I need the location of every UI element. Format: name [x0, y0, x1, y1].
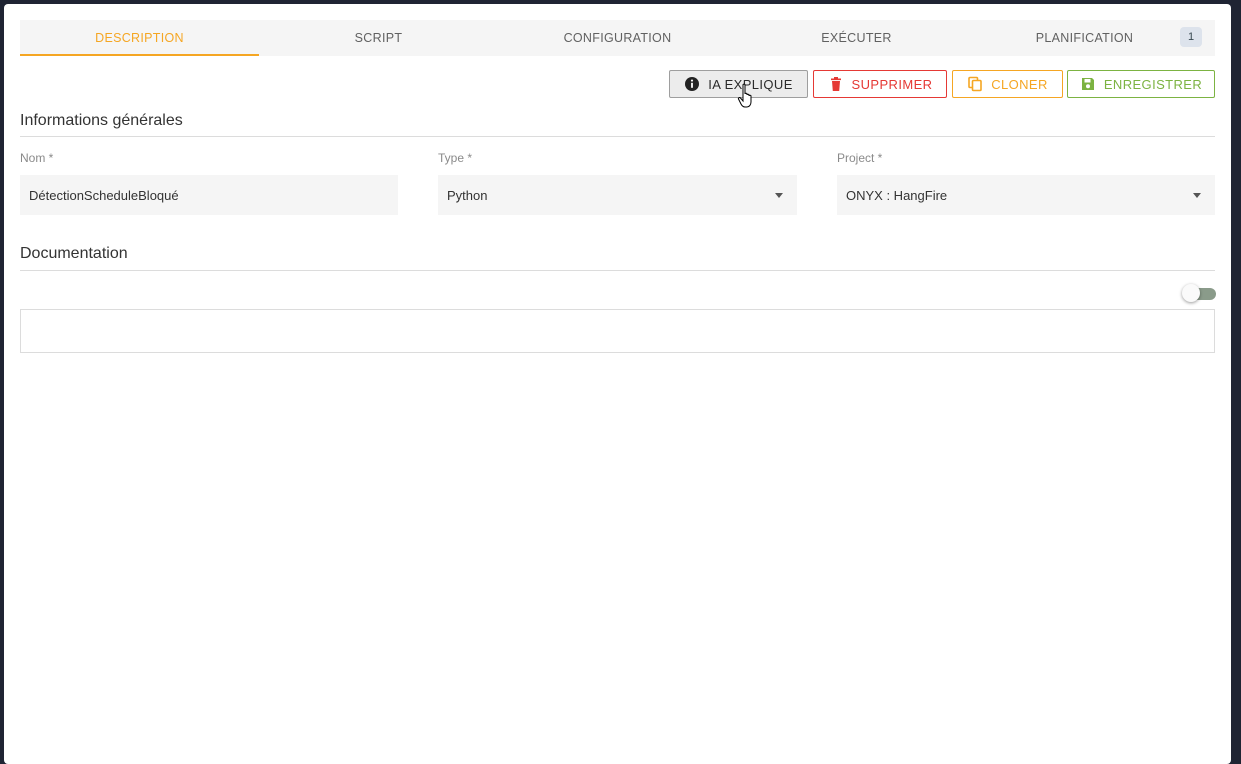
documentation-divider: [20, 270, 1215, 271]
ia-explain-button[interactable]: IA EXPLIQUE: [669, 70, 808, 98]
tab-bar: DESCRIPTION SCRIPT CONFIGURATION EXÉCUTE…: [20, 20, 1215, 56]
name-field: [20, 175, 398, 215]
general-info-heading: Informations générales: [20, 112, 183, 129]
type-field-label: Type *: [438, 151, 473, 165]
dropdown-caret-icon: [775, 193, 783, 198]
project-select-value: ONYX : HangFire: [846, 187, 948, 203]
clone-label: CLONER: [991, 76, 1048, 92]
floppy-disk-icon: [1081, 78, 1094, 90]
planification-count-badge: 1: [1180, 27, 1202, 47]
project-select[interactable]: ONYX : HangFire: [837, 175, 1215, 215]
dropdown-caret-icon: [1193, 193, 1201, 198]
name-field-label: Nom *: [20, 151, 54, 165]
name-input[interactable]: [29, 187, 389, 203]
copy-icon: [968, 76, 983, 92]
clone-button[interactable]: CLONER: [952, 70, 1063, 98]
trash-icon: [830, 77, 841, 91]
toggle-knob: [1182, 284, 1200, 302]
type-select[interactable]: Python: [438, 175, 797, 215]
documentation-toggle[interactable]: [1182, 284, 1216, 302]
tab-planification[interactable]: PLANIFICATION: [965, 20, 1204, 56]
tab-configuration[interactable]: CONFIGURATION: [498, 20, 737, 56]
tab-executer[interactable]: EXÉCUTER: [737, 20, 976, 56]
tab-script[interactable]: SCRIPT: [259, 20, 498, 56]
general-info-divider: [20, 136, 1215, 137]
documentation-editor[interactable]: [20, 309, 1215, 353]
documentation-heading: Documentation: [20, 245, 128, 262]
delete-label: SUPPRIMER: [851, 76, 933, 92]
save-label: ENREGISTRER: [1103, 76, 1203, 92]
delete-button[interactable]: SUPPRIMER: [813, 70, 947, 98]
project-field-label: Project *: [837, 151, 883, 165]
save-button[interactable]: ENREGISTRER: [1067, 70, 1215, 98]
tab-description[interactable]: DESCRIPTION: [20, 20, 259, 56]
type-select-value: Python: [447, 187, 488, 203]
ia-explain-label: IA EXPLIQUE: [708, 76, 793, 92]
info-icon: [685, 77, 700, 91]
main-panel: DESCRIPTION SCRIPT CONFIGURATION EXÉCUTE…: [4, 4, 1231, 764]
